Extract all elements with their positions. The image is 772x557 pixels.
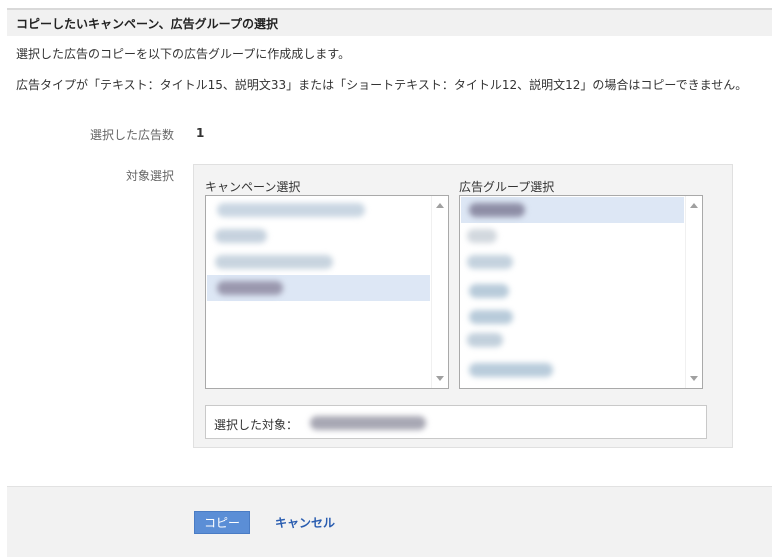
target-selection-label: 対象選択 — [125, 169, 174, 183]
selected-target-display: 選択した対象： — [205, 405, 707, 439]
redacted-text — [217, 203, 365, 217]
redacted-text — [310, 416, 426, 430]
redacted-text — [217, 281, 283, 295]
redacted-text — [469, 284, 509, 298]
ad-group-listbox[interactable] — [459, 195, 703, 389]
ad-group-option[interactable] — [461, 278, 684, 304]
description-line-1: 選択した広告のコピーを以下の広告グループに作成成します。 — [16, 47, 351, 61]
ad-group-option[interactable] — [461, 327, 684, 353]
scroll-down-icon[interactable] — [436, 376, 444, 381]
redacted-text — [469, 203, 525, 217]
campaign-option[interactable] — [207, 197, 430, 223]
redacted-text — [469, 363, 553, 377]
description-line-2: 広告タイプが「テキスト：タイトル15、説明文33」または「ショートテキスト：タイ… — [16, 78, 748, 92]
dialog-footer: コピー キャンセル — [7, 486, 772, 557]
campaign-option[interactable] — [207, 249, 430, 275]
redacted-text — [215, 255, 333, 269]
selected-ad-count-value: 1 — [196, 126, 205, 140]
ad-group-option[interactable] — [461, 357, 684, 383]
redacted-text — [469, 310, 513, 324]
redacted-text — [215, 229, 267, 243]
campaign-scrollbar[interactable] — [431, 196, 448, 388]
campaign-option-selected[interactable] — [207, 275, 430, 301]
dialog-header: コピーしたいキャンペーン、広告グループの選択 — [7, 8, 772, 36]
ad-group-scrollbar[interactable] — [685, 196, 702, 388]
campaign-list-title: キャンペーン選択 — [205, 180, 301, 194]
selected-target-label: 選択した対象： — [214, 418, 299, 432]
cancel-link[interactable]: キャンセル — [275, 514, 335, 531]
scroll-up-icon[interactable] — [690, 203, 698, 208]
campaign-option[interactable] — [207, 223, 430, 249]
dialog-title: コピーしたいキャンペーン、広告グループの選択 — [16, 17, 278, 31]
target-selection-panel: キャンペーン選択 広告グループ選択 選択した対象： — [193, 164, 733, 448]
selected-ad-count-label: 選択した広告数 — [89, 128, 174, 142]
campaign-listbox[interactable] — [205, 195, 449, 389]
copy-button[interactable]: コピー — [194, 511, 250, 534]
redacted-text — [467, 229, 497, 243]
scroll-down-icon[interactable] — [690, 376, 698, 381]
ad-group-option-selected[interactable] — [461, 197, 684, 223]
ad-group-option[interactable] — [461, 223, 684, 249]
scroll-up-icon[interactable] — [436, 203, 444, 208]
redacted-text — [467, 333, 503, 347]
ad-group-option[interactable] — [461, 249, 684, 275]
redacted-text — [467, 255, 513, 269]
ad-group-list-title: 広告グループ選択 — [459, 180, 555, 194]
